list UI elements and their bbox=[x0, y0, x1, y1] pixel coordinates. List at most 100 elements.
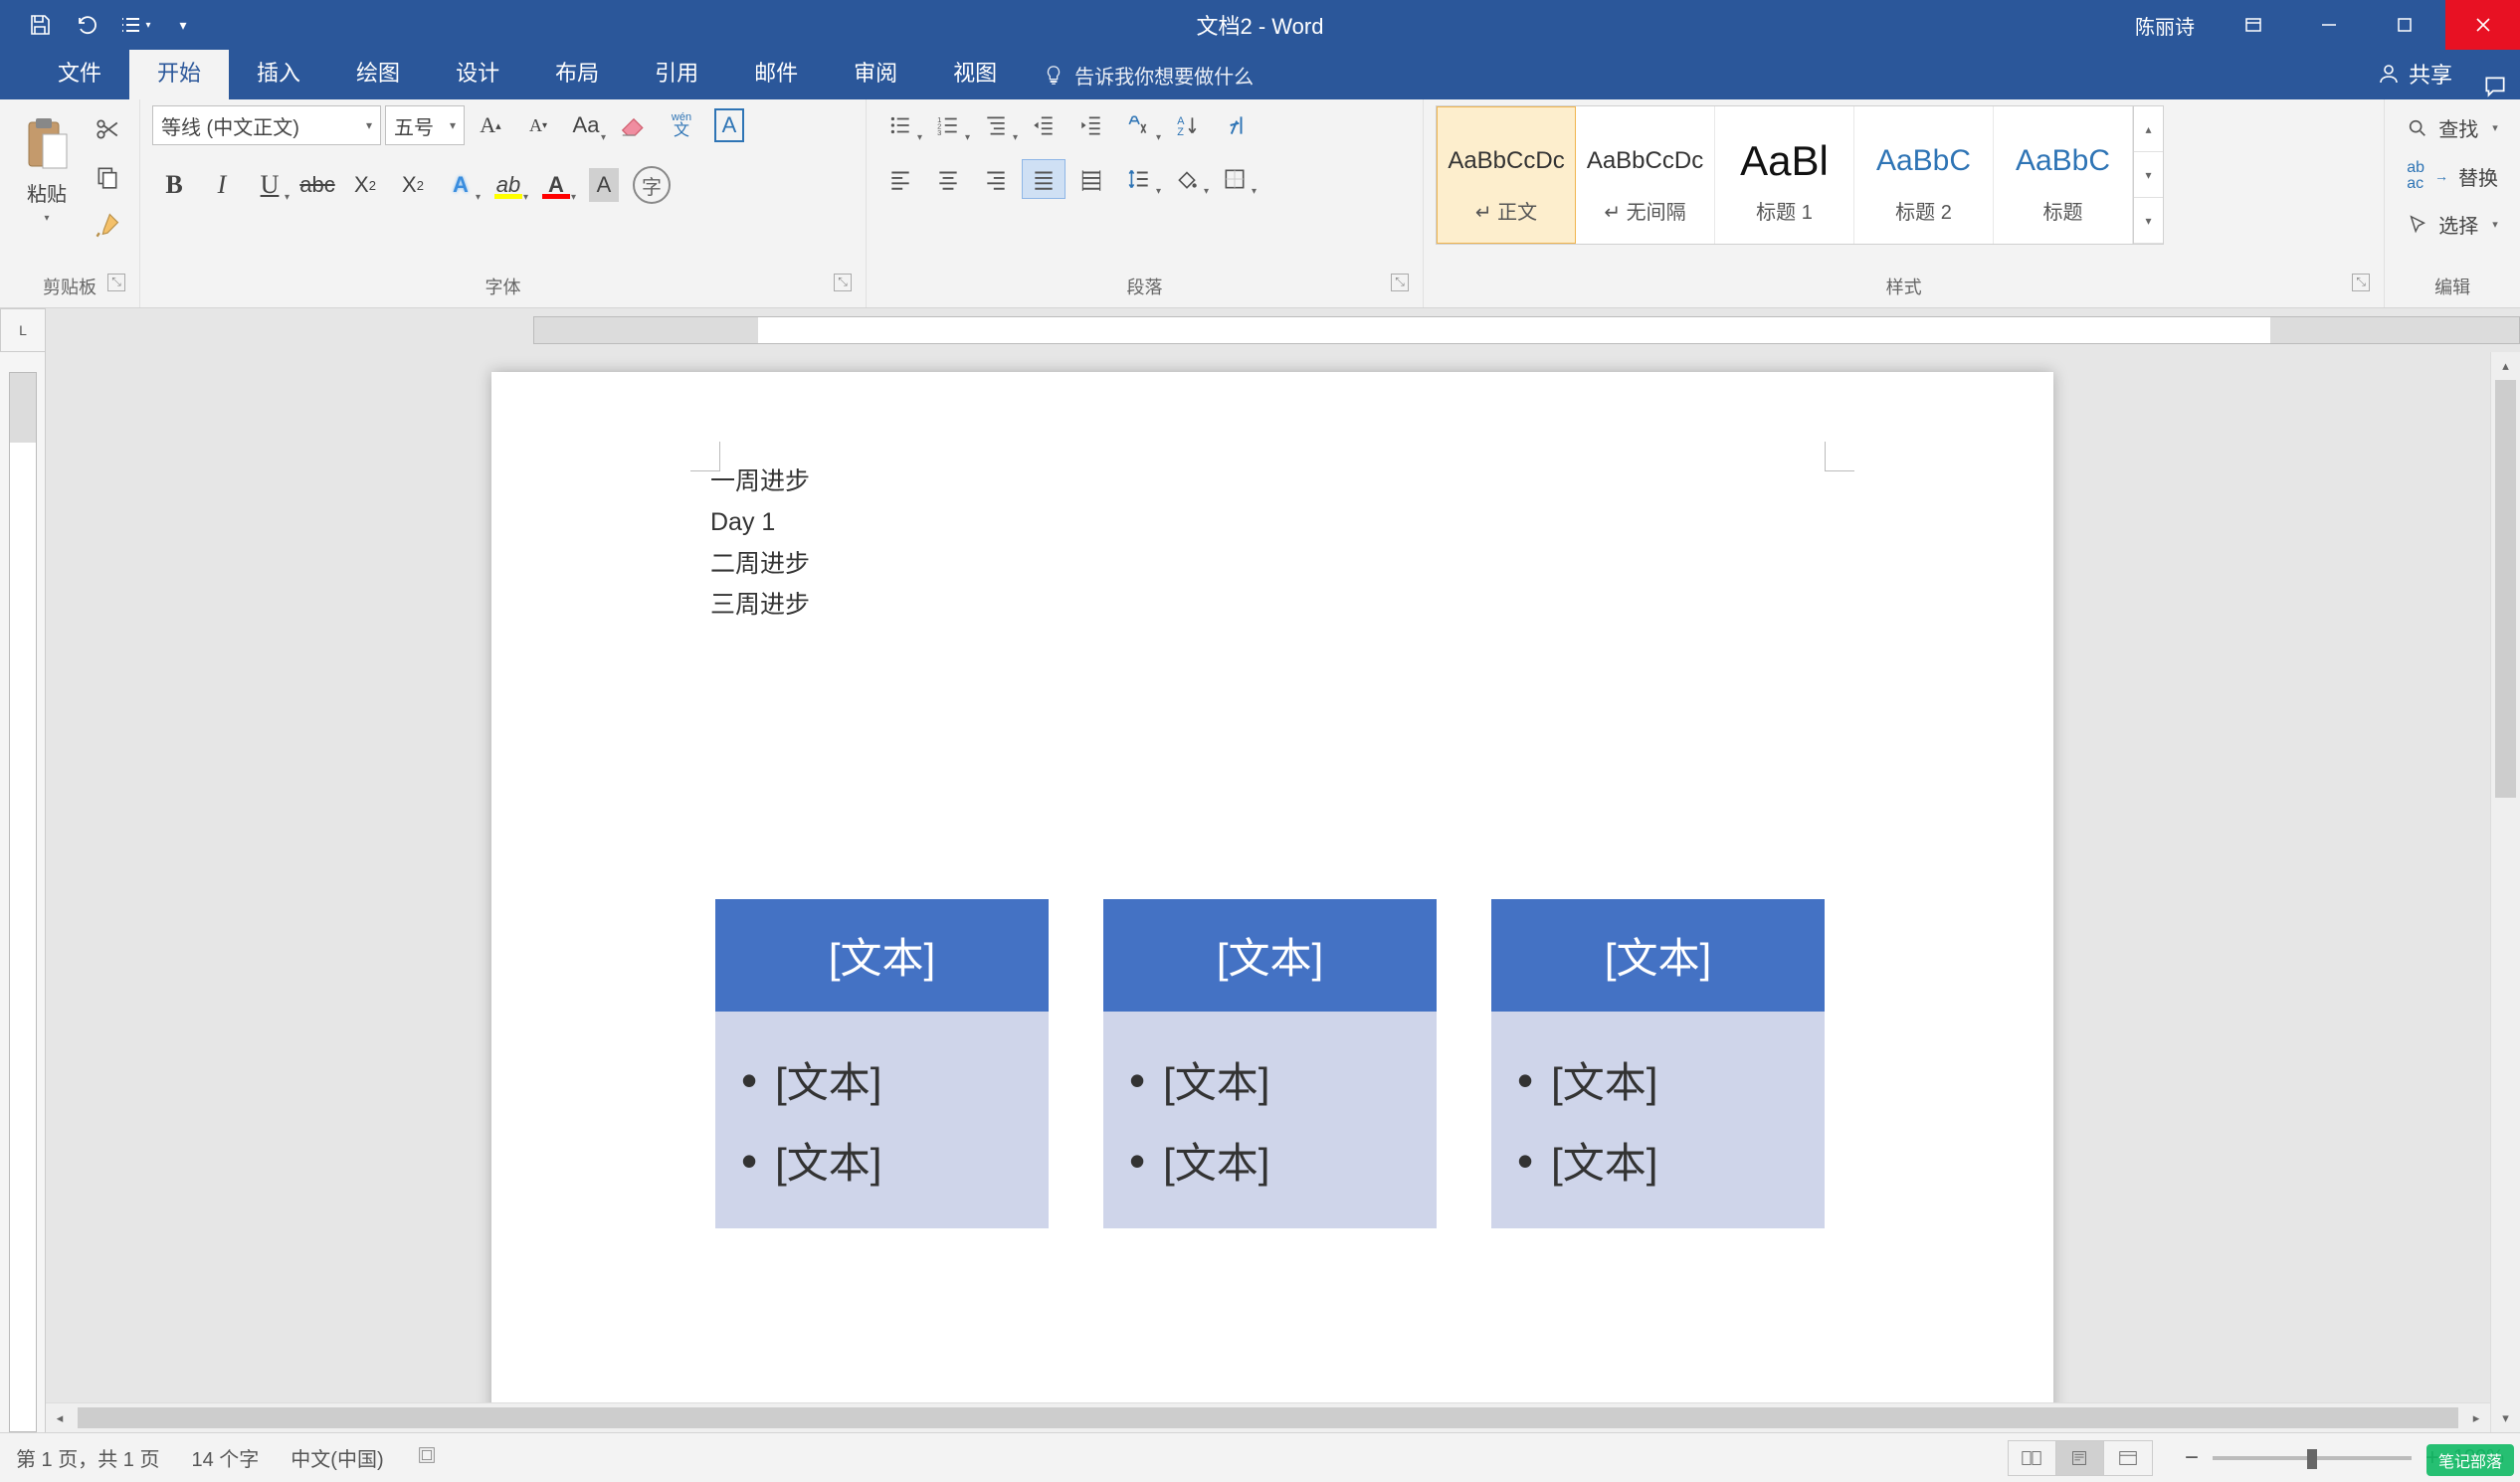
multilevel-button[interactable] bbox=[974, 105, 1018, 145]
document-scroll-area[interactable]: 一周进步 Day 1 二周进步 三周进步 [文本] [文本] [文本] [文本] bbox=[46, 352, 2520, 1432]
cut-button[interactable] bbox=[88, 111, 127, 147]
asian-layout-button[interactable] bbox=[1117, 105, 1161, 145]
strikethrough-button[interactable]: abc bbox=[295, 165, 339, 205]
font-name-combo[interactable]: 等线 (中文正文)▾ bbox=[152, 105, 381, 145]
smartart-item[interactable]: [文本] bbox=[1129, 1120, 1411, 1201]
save-button[interactable] bbox=[20, 5, 60, 45]
zoom-out-button[interactable]: − bbox=[2185, 1444, 2199, 1472]
minimize-button[interactable] bbox=[2294, 0, 2364, 50]
vertical-scrollbar[interactable]: ▴▾ bbox=[2490, 352, 2520, 1432]
horizontal-scrollbar[interactable]: ◂▸ bbox=[46, 1402, 2490, 1432]
find-button[interactable]: 查找▾ bbox=[2397, 109, 2508, 146]
align-distributed-button[interactable] bbox=[1069, 159, 1113, 199]
smartart-item[interactable]: [文本] bbox=[1517, 1039, 1799, 1120]
smartart-card[interactable]: [文本] [文本] [文本] bbox=[1491, 899, 1825, 1228]
smartart-item[interactable]: [文本] bbox=[1129, 1039, 1411, 1120]
subscript-button[interactable]: X2 bbox=[343, 165, 387, 205]
style-nospacing[interactable]: AaBbCcDc↵ 无间隔 bbox=[1576, 106, 1715, 244]
enclose-char-button[interactable]: 字 bbox=[630, 165, 674, 205]
select-button[interactable]: 选择▾ bbox=[2397, 206, 2508, 243]
tab-view[interactable]: 视图 bbox=[925, 44, 1025, 99]
copy-button[interactable] bbox=[88, 159, 127, 195]
style-heading2[interactable]: AaBbC标题 2 bbox=[1854, 106, 1994, 244]
italic-button[interactable]: I bbox=[200, 165, 244, 205]
numbering-button[interactable]: 123 bbox=[926, 105, 970, 145]
tab-mailings[interactable]: 邮件 bbox=[726, 44, 826, 99]
grow-font-button[interactable]: A▴ bbox=[469, 105, 512, 145]
format-painter-button[interactable] bbox=[88, 207, 127, 243]
doc-line[interactable]: 二周进步 bbox=[710, 544, 1835, 585]
language-indicator[interactable]: 中文(中国) bbox=[291, 1443, 383, 1472]
font-launcher[interactable]: ⤡ bbox=[834, 274, 852, 291]
font-color-button[interactable]: A bbox=[534, 165, 578, 205]
tab-design[interactable]: 设计 bbox=[428, 44, 527, 99]
align-right-button[interactable] bbox=[974, 159, 1018, 199]
print-layout-button[interactable] bbox=[2056, 1441, 2104, 1475]
vertical-ruler[interactable] bbox=[0, 352, 46, 1432]
align-center-button[interactable] bbox=[926, 159, 970, 199]
doc-line[interactable]: 三周进步 bbox=[710, 585, 1835, 626]
doc-line[interactable]: 一周进步 bbox=[710, 462, 1835, 502]
clear-format-button[interactable] bbox=[612, 105, 656, 145]
align-left-button[interactable] bbox=[878, 159, 922, 199]
smartart-header[interactable]: [文本] bbox=[1491, 899, 1825, 1012]
increase-indent-button[interactable] bbox=[1069, 105, 1113, 145]
paragraph-launcher[interactable]: ⤡ bbox=[1391, 274, 1409, 291]
phonetic-guide-button[interactable]: wén文 bbox=[660, 105, 703, 145]
user-name[interactable]: 陈丽诗 bbox=[2117, 11, 2213, 40]
smartart-card[interactable]: [文本] [文本] [文本] bbox=[715, 899, 1049, 1228]
shrink-font-button[interactable]: A▾ bbox=[516, 105, 560, 145]
smartart-item[interactable]: [文本] bbox=[741, 1120, 1023, 1201]
show-marks-button[interactable] bbox=[1213, 105, 1257, 145]
smartart-body[interactable]: [文本] [文本] bbox=[715, 1012, 1049, 1228]
comments-button[interactable] bbox=[2470, 74, 2520, 99]
highlight-button[interactable]: ab bbox=[486, 165, 530, 205]
tab-home[interactable]: 开始 bbox=[129, 44, 229, 99]
smartart-item[interactable]: [文本] bbox=[1517, 1120, 1799, 1201]
tell-me-search[interactable]: 告诉我你想要做什么 bbox=[1025, 51, 1271, 99]
smartart-header[interactable]: [文本] bbox=[1103, 899, 1437, 1012]
list-qat-button[interactable]: ▾ bbox=[115, 5, 155, 45]
close-button[interactable] bbox=[2445, 0, 2520, 50]
tab-file[interactable]: 文件 bbox=[30, 44, 129, 99]
maximize-button[interactable] bbox=[2370, 0, 2439, 50]
document-body[interactable]: 一周进步 Day 1 二周进步 三周进步 bbox=[710, 462, 1835, 626]
tab-review[interactable]: 审阅 bbox=[826, 44, 925, 99]
smartart-header[interactable]: [文本] bbox=[715, 899, 1049, 1012]
char-shading-button[interactable]: A bbox=[582, 165, 626, 205]
smartart-card[interactable]: [文本] [文本] [文本] bbox=[1103, 899, 1437, 1228]
doc-line[interactable]: Day 1 bbox=[710, 502, 1835, 543]
smartart-body[interactable]: [文本] [文本] bbox=[1491, 1012, 1825, 1228]
tab-insert[interactable]: 插入 bbox=[229, 44, 328, 99]
ribbon-display-button[interactable] bbox=[2219, 0, 2288, 50]
superscript-button[interactable]: X2 bbox=[391, 165, 435, 205]
align-justify-button[interactable] bbox=[1022, 159, 1066, 199]
font-size-combo[interactable]: 五号▾ bbox=[385, 105, 465, 145]
paste-button[interactable]: 粘贴 ▾ bbox=[12, 105, 82, 235]
web-layout-button[interactable] bbox=[2104, 1441, 2152, 1475]
change-case-button[interactable]: Aa bbox=[564, 105, 608, 145]
zoom-slider[interactable] bbox=[2213, 1456, 2412, 1460]
tab-layout[interactable]: 布局 bbox=[527, 44, 627, 99]
styles-launcher[interactable]: ⤡ bbox=[2352, 274, 2370, 291]
decrease-indent-button[interactable] bbox=[1022, 105, 1066, 145]
shading-button[interactable] bbox=[1165, 159, 1209, 199]
underline-button[interactable]: U bbox=[248, 165, 291, 205]
share-button[interactable]: 共享 bbox=[2359, 48, 2470, 99]
tab-draw[interactable]: 绘图 bbox=[328, 44, 428, 99]
bullets-button[interactable] bbox=[878, 105, 922, 145]
read-mode-button[interactable] bbox=[2009, 1441, 2056, 1475]
styles-gallery[interactable]: AaBbCcDc↵ 正文 AaBbCcDc↵ 无间隔 AaBl标题 1 AaBb… bbox=[1436, 105, 2164, 245]
smartart-item[interactable]: [文本] bbox=[741, 1039, 1023, 1120]
gallery-scroll[interactable]: ▴▾▾ bbox=[2133, 106, 2163, 244]
macro-indicator[interactable] bbox=[416, 1444, 438, 1472]
replace-button[interactable]: abac→替换 bbox=[2397, 156, 2508, 196]
tab-selector[interactable]: L bbox=[0, 308, 46, 352]
line-spacing-button[interactable] bbox=[1117, 159, 1161, 199]
customize-qat-button[interactable]: ▾ bbox=[163, 5, 203, 45]
page-indicator[interactable]: 第 1 页，共 1 页 bbox=[16, 1443, 159, 1472]
horizontal-ruler[interactable] bbox=[46, 308, 2520, 352]
text-effects-button[interactable]: A bbox=[439, 165, 483, 205]
borders-button[interactable] bbox=[1213, 159, 1257, 199]
sort-button[interactable]: AZ bbox=[1165, 105, 1209, 145]
